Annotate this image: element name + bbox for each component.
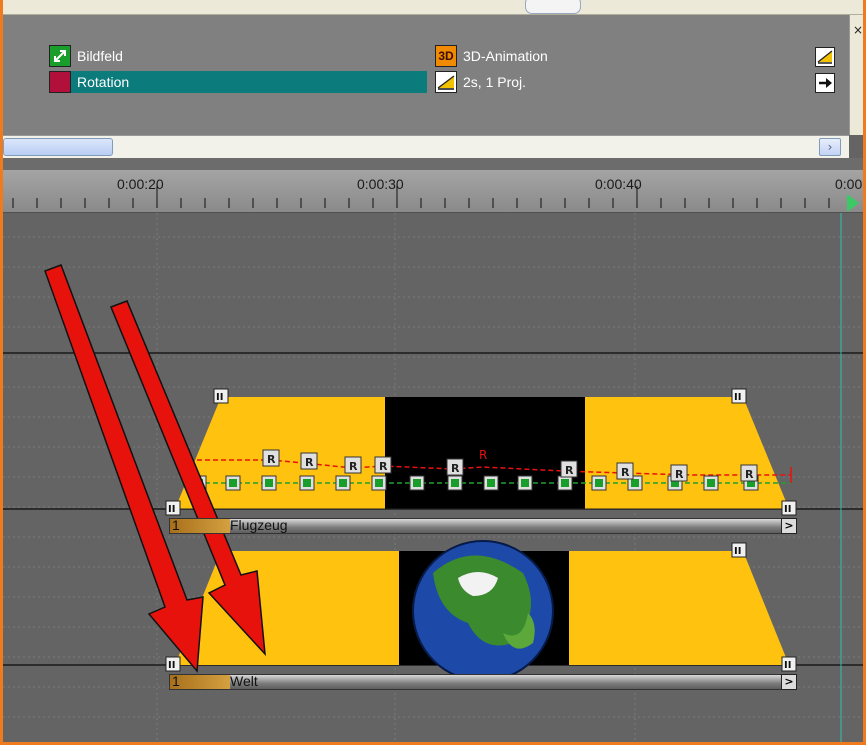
keyframe-bildfeld[interactable] <box>409 475 425 491</box>
track-end-button[interactable]: > <box>781 674 797 690</box>
keyframe-rotation[interactable]: R <box>446 458 464 476</box>
effect-2s-projection[interactable]: 2s, 1 Proj. <box>435 71 526 93</box>
marker-label: II <box>784 660 791 671</box>
top-toolbar-strip <box>3 0 863 15</box>
keyframe-label: R <box>745 468 754 481</box>
marker-label: II <box>734 546 741 557</box>
effect-rotation[interactable]: Rotation <box>49 71 427 93</box>
effect-label: Bildfeld <box>77 48 123 64</box>
scrollbar-thumb[interactable] <box>3 138 113 156</box>
keyframe-bildfeld[interactable] <box>517 475 533 491</box>
keyframe-label: R <box>565 464 574 477</box>
clip-marker-handle[interactable]: II <box>165 656 181 672</box>
track-number: 1 <box>172 673 180 689</box>
track-name: Flugzeug <box>230 517 288 533</box>
3d-animation-icon: 3D <box>435 45 457 67</box>
playhead-marker-icon <box>847 194 859 212</box>
keyframe-label: R <box>379 460 388 473</box>
keyframe-label: R <box>451 462 460 475</box>
clip-marker-handle[interactable]: II <box>213 388 229 404</box>
keyframe-bubble: R <box>479 448 487 462</box>
effect-label: Rotation <box>77 74 130 90</box>
track-bar-welt[interactable]: 1 Welt <box>169 673 783 690</box>
keyframe-label: R <box>621 466 630 479</box>
ramp-icon <box>435 71 457 93</box>
keyframe-rotation[interactable]: R <box>300 452 318 470</box>
keyframe-bildfeld[interactable] <box>447 475 463 491</box>
keyframe-bildfeld[interactable] <box>591 475 607 491</box>
keyframe-rotation[interactable]: R <box>670 464 688 482</box>
keyframe-rotation[interactable]: R <box>616 462 634 480</box>
keyframe-bildfeld[interactable] <box>371 475 387 491</box>
timeline-canvas[interactable]: R RRRRRRRRR IIIIIIIIIIIIIIII <box>3 213 863 745</box>
scroll-right-button[interactable]: › <box>819 138 841 156</box>
keyframe-bildfeld[interactable] <box>703 475 719 491</box>
timeline-area: R RRRRRRRRR IIIIIIIIIIIIIIII <box>3 213 863 745</box>
rotation-icon <box>49 71 71 93</box>
close-icon[interactable]: × <box>853 23 863 37</box>
keyframe-bildfeld[interactable] <box>225 475 241 491</box>
effect-label: 2s, 1 Proj. <box>463 74 527 90</box>
track-bar-flugzeug[interactable]: 1 Flugzeug <box>169 517 783 534</box>
keyframe-rotation[interactable]: R <box>374 456 392 474</box>
clip-marker-handle[interactable]: II <box>731 542 747 558</box>
effect-bildfeld[interactable]: Bildfeld <box>49 45 123 67</box>
track-end-button[interactable]: > <box>781 518 797 534</box>
keyframe-bildfeld[interactable] <box>261 475 277 491</box>
keyframe-label: R <box>675 468 684 481</box>
effect-label: 3D-Animation <box>463 48 548 64</box>
app-window: Bildfeld Rotation 3D 3D-Animation 2s, 1 … <box>0 0 866 745</box>
time-ruler[interactable]: 0:00:20 0:00:30 0:00:40 0:00 <box>3 170 863 213</box>
marker-label: II <box>168 504 175 515</box>
track-name: Welt <box>230 673 258 689</box>
clip-marker-handle[interactable]: II <box>781 500 797 516</box>
divider <box>3 158 863 170</box>
keyframe-rotation[interactable]: R <box>344 456 362 474</box>
keyframe-bildfeld[interactable] <box>299 475 315 491</box>
track-number: 1 <box>172 517 180 533</box>
toolbar-pill-control[interactable] <box>525 0 581 14</box>
clip-marker-handle[interactable]: II <box>781 656 797 672</box>
keyframe-bildfeld[interactable] <box>483 475 499 491</box>
horizontal-scrollbar[interactable]: › <box>3 135 849 159</box>
clip-marker-handle[interactable]: II <box>731 388 747 404</box>
clip-welt[interactable] <box>175 540 789 682</box>
marker-label: II <box>168 660 175 671</box>
marker-label: II <box>734 392 741 403</box>
effect-3d-animation[interactable]: 3D 3D-Animation <box>435 45 548 67</box>
bildfeld-icon <box>49 45 71 67</box>
keyframe-rotation[interactable]: R <box>740 464 758 482</box>
keyframe-label: R <box>305 456 314 469</box>
arrow-right-icon[interactable] <box>815 73 835 93</box>
marker-label: II <box>784 504 791 515</box>
keyframe-bildfeld[interactable] <box>557 475 573 491</box>
ramp-icon[interactable] <box>815 47 835 67</box>
keyframe-rotation[interactable]: R <box>262 449 280 467</box>
effects-panel: Bildfeld Rotation 3D 3D-Animation 2s, 1 … <box>3 15 863 135</box>
keyframe-rotation[interactable]: R <box>560 460 578 478</box>
ruler-ticks <box>12 186 859 212</box>
marker-label: II <box>216 392 223 403</box>
keyframe-label: R <box>349 460 358 473</box>
clip-marker-handle[interactable]: II <box>165 500 181 516</box>
keyframe-label: R <box>267 453 276 466</box>
keyframe-bildfeld[interactable] <box>335 475 351 491</box>
